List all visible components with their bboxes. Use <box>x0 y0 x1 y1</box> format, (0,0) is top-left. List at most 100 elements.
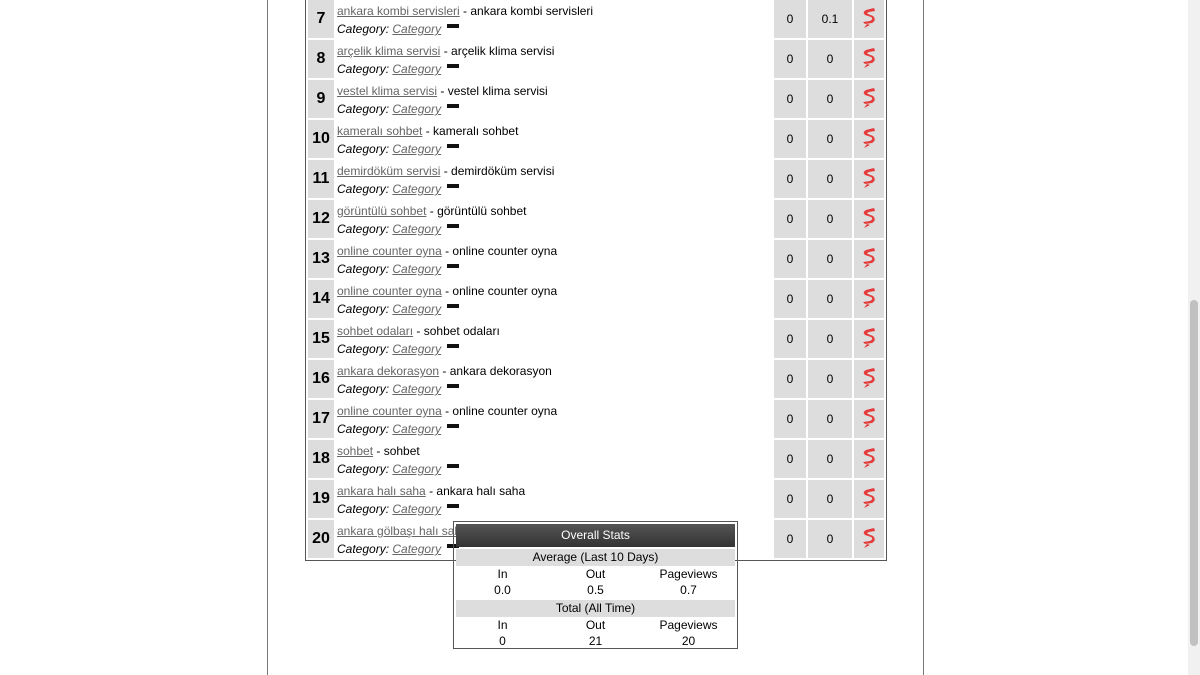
site-description: - görüntülü sohbet <box>426 204 527 218</box>
site-link[interactable]: ankara dekorasyon <box>337 364 439 378</box>
rank: 8 <box>308 40 334 78</box>
stats-icon[interactable] <box>854 400 884 438</box>
minus-icon <box>447 223 460 228</box>
minus-icon <box>447 63 460 68</box>
total-pageviews: 20 <box>681 634 696 648</box>
header-in: In <box>497 618 508 632</box>
site-link[interactable]: online counter oyna <box>337 284 442 298</box>
category-link[interactable]: Category <box>392 382 441 396</box>
site-link[interactable]: ankara kombi servisleri <box>337 4 460 18</box>
minus-icon <box>447 383 460 388</box>
rank: 15 <box>308 320 334 358</box>
category-link[interactable]: Category <box>392 302 441 316</box>
stats-icon[interactable] <box>854 280 884 318</box>
category-label: Category: <box>337 342 390 356</box>
category-label: Category: <box>337 542 390 556</box>
stats-icon[interactable] <box>854 480 884 518</box>
site-link[interactable]: görüntülü sohbet <box>337 204 426 218</box>
stats-icon[interactable] <box>854 360 884 398</box>
site-description: - online counter oyna <box>441 284 558 298</box>
category-label: Category: <box>337 22 390 36</box>
stats-icon[interactable] <box>854 200 884 238</box>
in-count: 0 <box>774 320 806 358</box>
category-link[interactable]: Category <box>392 142 441 156</box>
total-values: 0 21 20 <box>456 633 735 649</box>
table-row: 12 görüntülü sohbet - görüntülü sohbet Ca… <box>308 200 884 238</box>
site-cell: ankara dekorasyon - ankara dekorasyon Cat… <box>336 360 772 398</box>
out-count: 0 <box>808 360 852 398</box>
category-link[interactable]: Category <box>392 262 441 276</box>
in-count: 0 <box>774 400 806 438</box>
site-description: - ankara dekorasyon <box>439 364 552 378</box>
out-count: 0 <box>808 280 852 318</box>
site-link[interactable]: ankara halı saha <box>337 484 426 498</box>
site-cell: sohbet odaları - sohbet odaları Category:… <box>336 320 772 358</box>
out-count: 0 <box>808 320 852 358</box>
stats-icon[interactable] <box>854 80 884 118</box>
category-link[interactable]: Category <box>392 182 441 196</box>
header-out: Out <box>585 618 606 632</box>
in-count: 0 <box>774 280 806 318</box>
header-out: Out <box>585 567 606 581</box>
stats-icon[interactable] <box>854 120 884 158</box>
site-link[interactable]: kameralı sohbet <box>337 124 422 138</box>
site-link[interactable]: arçelik klima servisi <box>337 44 440 58</box>
category-link[interactable]: Category <box>392 462 441 476</box>
site-link[interactable]: sohbet odaları <box>337 324 413 338</box>
site-link[interactable]: ankara gölbaşı halı saha <box>337 524 468 538</box>
category-link[interactable]: Category <box>392 542 441 556</box>
stats-icon[interactable] <box>854 160 884 198</box>
stats-icon[interactable] <box>854 240 884 278</box>
rank: 20 <box>308 520 334 558</box>
category-link[interactable]: Category <box>392 62 441 76</box>
site-cell: demirdöküm servisi - demirdöküm servisi C… <box>336 160 772 198</box>
category-label: Category: <box>337 462 390 476</box>
site-cell: kameralı sohbet - kameralı sohbet Categor… <box>336 120 772 158</box>
scrollbar-thumb[interactable] <box>1190 300 1198 646</box>
table-row: 11 demirdöküm servisi - demirdöküm servi… <box>308 160 884 198</box>
avg-in: 0.0 <box>494 583 511 597</box>
category-label: Category: <box>337 62 390 76</box>
total-in: 0 <box>499 634 506 648</box>
site-cell: online counter oyna - online counter oyn… <box>336 280 772 318</box>
category-link[interactable]: Category <box>392 422 441 436</box>
stats-icon[interactable] <box>854 40 884 78</box>
rank: 19 <box>308 480 334 518</box>
category-link[interactable]: Category <box>392 502 441 516</box>
site-link[interactable]: demirdöküm servisi <box>337 164 440 178</box>
stats-icon[interactable] <box>854 0 884 38</box>
minus-icon <box>447 303 460 308</box>
category-link[interactable]: Category <box>392 102 441 116</box>
site-cell: arçelik klima servisi - arçelik klima se… <box>336 40 772 78</box>
category-link[interactable]: Category <box>392 22 441 36</box>
category-label: Category: <box>337 422 390 436</box>
site-cell: vestel klima servisi - vestel klima serv… <box>336 80 772 118</box>
stats-icon[interactable] <box>854 320 884 358</box>
category-label: Category: <box>337 142 390 156</box>
category-label: Category: <box>337 382 390 396</box>
minus-icon <box>447 263 460 268</box>
out-count: 0 <box>808 40 852 78</box>
category-link[interactable]: Category <box>392 222 441 236</box>
rank: 7 <box>308 0 334 38</box>
site-link[interactable]: sohbet <box>337 444 373 458</box>
table-row: 14 online counter oyna - online counter … <box>308 280 884 318</box>
rank: 12 <box>308 200 334 238</box>
site-link[interactable]: vestel klima servisi <box>337 84 437 98</box>
site-link[interactable]: online counter oyna <box>337 404 442 418</box>
stats-icon[interactable] <box>854 440 884 478</box>
out-count: 0 <box>808 240 852 278</box>
category-label: Category: <box>337 302 390 316</box>
table-row: 18 sohbet - sohbet Category: Category 0 0 <box>308 440 884 478</box>
site-description: - ankara kombi servisleri <box>459 4 594 18</box>
total-headers: In Out Pageviews <box>456 617 735 633</box>
scrollbar[interactable] <box>1188 0 1200 675</box>
category-label: Category: <box>337 502 390 516</box>
rank: 10 <box>308 120 334 158</box>
in-count: 0 <box>774 40 806 78</box>
stats-icon[interactable] <box>854 520 884 558</box>
site-link[interactable]: online counter oyna <box>337 244 442 258</box>
out-count: 0.1 <box>808 0 852 38</box>
minus-icon <box>447 463 460 468</box>
category-link[interactable]: Category <box>392 342 441 356</box>
